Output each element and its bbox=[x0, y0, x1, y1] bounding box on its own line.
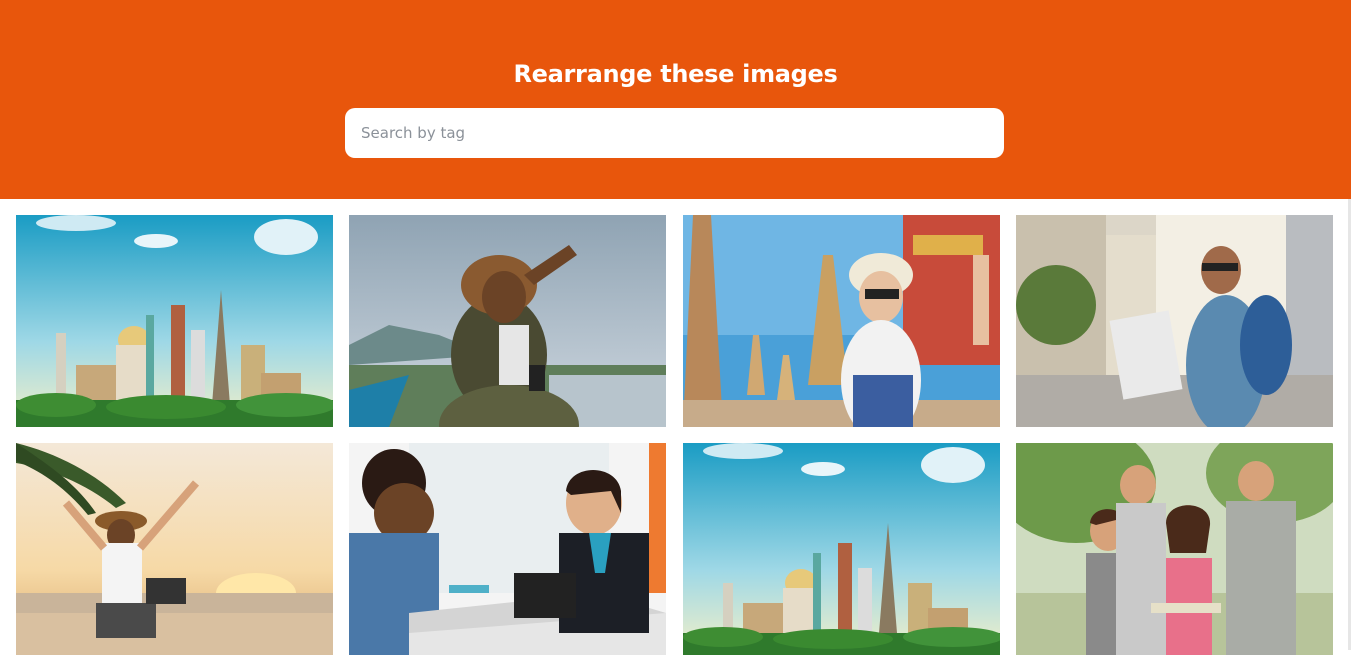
gallery-image-2[interactable] bbox=[349, 215, 666, 427]
gallery-image-4[interactable] bbox=[1016, 215, 1333, 427]
airport-checkin-desk-image bbox=[349, 443, 666, 655]
gallery-image-5[interactable] bbox=[16, 443, 333, 655]
friends-park-map-image bbox=[1016, 443, 1333, 655]
gallery-image-7[interactable] bbox=[683, 443, 1000, 655]
woman-selfie-temple-image bbox=[683, 215, 1000, 427]
search-input[interactable] bbox=[345, 108, 1004, 158]
man-map-city-image bbox=[1016, 215, 1333, 427]
page-title: Rearrange these images bbox=[513, 60, 838, 88]
woman-beach-laptop-image bbox=[16, 443, 333, 655]
landmarks-collage-image bbox=[683, 443, 1000, 655]
gallery-image-3[interactable] bbox=[683, 215, 1000, 427]
landmarks-collage-image bbox=[16, 215, 333, 427]
gallery-image-1[interactable] bbox=[16, 215, 333, 427]
gallery-image-6[interactable] bbox=[349, 443, 666, 655]
woman-hat-binoculars-image bbox=[349, 215, 666, 427]
gallery-image-8[interactable] bbox=[1016, 443, 1333, 655]
header-banner: Rearrange these images bbox=[0, 0, 1351, 199]
